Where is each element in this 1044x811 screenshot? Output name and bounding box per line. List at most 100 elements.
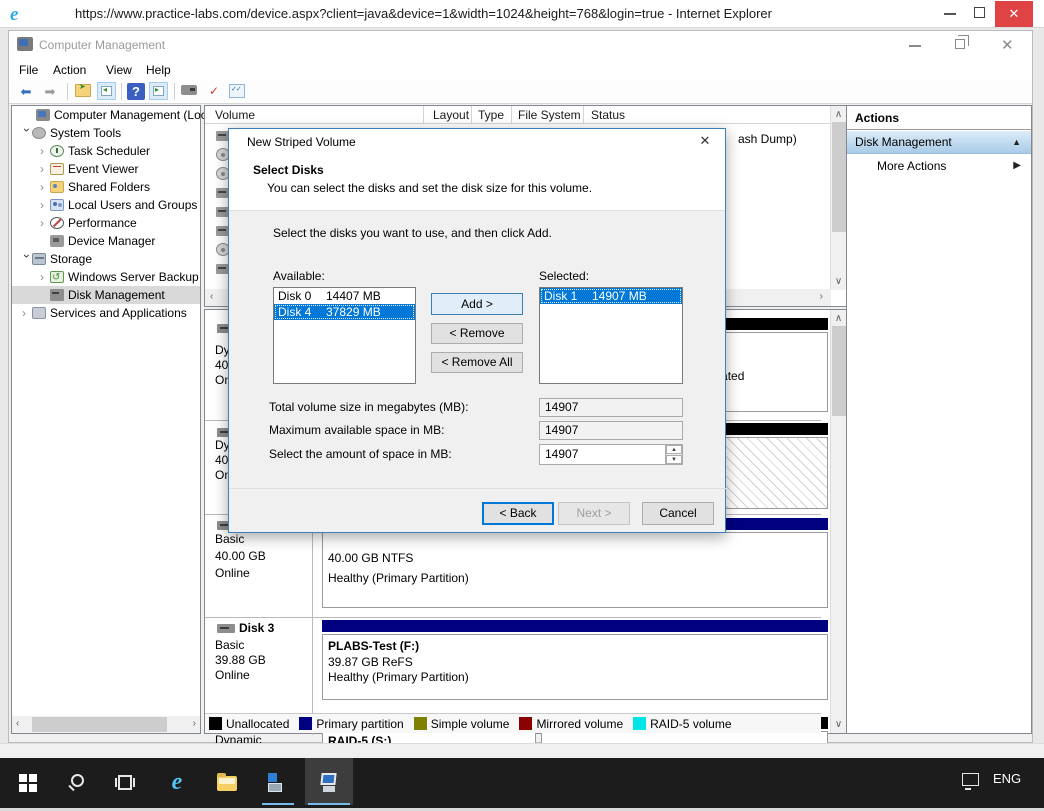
scrollbar-thumb[interactable] <box>32 717 167 732</box>
more-actions-item[interactable]: More Actions▶ <box>847 154 1031 178</box>
help-icon[interactable]: ? <box>127 83 145 100</box>
tree-item-system-tools[interactable]: ›System Tools <box>12 124 200 142</box>
tree-horizontal-scrollbar[interactable]: ‹ › <box>12 716 200 733</box>
dialog-close-icon[interactable]: ✕ <box>693 133 717 151</box>
start-button[interactable] <box>12 766 46 800</box>
check-mark-icon[interactable]: ✓ <box>205 83 223 100</box>
action-pane-toggle-icon[interactable] <box>149 82 168 100</box>
available-item-disk4[interactable]: Disk 437829 MB <box>274 304 415 320</box>
tree-item-shared-folders[interactable]: ›Shared Folders <box>12 178 200 196</box>
scrollbar-thumb[interactable] <box>832 326 846 416</box>
disk-management-app-button[interactable] <box>258 766 292 800</box>
column-file-system[interactable]: File System <box>518 108 581 122</box>
console-tree-toggle-icon[interactable] <box>97 82 116 100</box>
menu-help[interactable]: Help <box>146 63 171 77</box>
tree-item-computer-management[interactable]: Computer Management (Local <box>12 106 200 124</box>
scroll-down-icon[interactable]: ∨ <box>831 719 846 730</box>
scroll-up-icon[interactable]: ∧ <box>831 313 846 324</box>
disk-size: 40.00 GB <box>215 549 266 563</box>
volume-vertical-scrollbar[interactable]: ∧ ∨ <box>830 106 846 290</box>
disk-tool-icon[interactable] <box>181 85 197 95</box>
scroll-left-icon[interactable]: ‹ <box>210 291 213 302</box>
language-indicator[interactable]: ENG <box>993 771 1021 786</box>
browser-maximize-button[interactable] <box>974 7 985 18</box>
tree-item-performance[interactable]: ›Performance <box>12 214 200 232</box>
disk-vertical-scrollbar[interactable]: ∧ ∨ <box>830 310 846 733</box>
scroll-left-icon[interactable]: ‹ <box>16 718 19 729</box>
disk-name[interactable]: Disk 3 <box>239 621 274 635</box>
tree-item-device-manager[interactable]: Device Manager <box>12 232 200 250</box>
remove-button[interactable]: < Remove <box>431 323 523 344</box>
tree-item-task-scheduler[interactable]: ›Task Scheduler <box>12 142 200 160</box>
partition-health-label: Healthy (Primary Partition) <box>328 670 469 684</box>
collapse-icon[interactable]: ▲ <box>1012 131 1021 154</box>
scroll-right-icon[interactable]: › <box>193 718 196 729</box>
column-status[interactable]: Status <box>591 108 625 122</box>
spin-down-icon[interactable]: ▼ <box>666 455 682 464</box>
column-layout[interactable]: Layout <box>433 108 469 122</box>
tree-item-services-applications[interactable]: ›Services and Applications <box>12 304 200 322</box>
window-minimize-button[interactable] <box>909 45 921 47</box>
legend-item: Unallocated <box>209 717 289 731</box>
available-item-disk0[interactable]: Disk 014407 MB <box>274 288 415 304</box>
scroll-right-icon[interactable]: › <box>820 291 823 302</box>
back-icon[interactable]: ⬅ <box>17 83 35 100</box>
submenu-arrow-icon: ▶ <box>1013 154 1021 178</box>
chevron-collapsed-icon[interactable]: › <box>22 304 32 322</box>
internet-explorer-button[interactable]: e <box>160 766 194 800</box>
chevron-collapsed-icon[interactable]: › <box>40 196 50 214</box>
chevron-collapsed-icon[interactable]: › <box>40 268 50 286</box>
menu-action[interactable]: Action <box>53 63 86 77</box>
column-type[interactable]: Type <box>478 108 504 122</box>
window-close-button[interactable]: ✕ <box>1001 36 1014 54</box>
shared-folders-icon <box>50 181 64 193</box>
tree-item-event-viewer[interactable]: ›Event Viewer <box>12 160 200 178</box>
task-view-button[interactable] <box>110 766 144 800</box>
export-folder-icon[interactable] <box>75 84 91 97</box>
spin-up-icon[interactable]: ▲ <box>666 445 682 454</box>
menu-file[interactable]: File <box>19 63 38 77</box>
available-listbox[interactable]: Disk 014407 MB Disk 437829 MB <box>273 287 416 384</box>
selected-listbox[interactable]: Disk 114907 MB <box>539 287 683 384</box>
primary-partition-bar[interactable] <box>322 620 828 632</box>
selected-item-disk1[interactable]: Disk 114907 MB <box>540 288 682 304</box>
back-button[interactable]: < Back <box>482 502 554 525</box>
chevron-collapsed-icon[interactable]: › <box>40 214 50 232</box>
file-explorer-button[interactable] <box>210 766 244 800</box>
tree-item-disk-management[interactable]: Disk Management <box>12 286 200 304</box>
keyboard-layout-icon[interactable] <box>962 773 979 786</box>
chevron-collapsed-icon[interactable]: › <box>40 160 50 178</box>
running-indicator <box>308 803 350 805</box>
raid5-volume-swatch <box>633 717 646 730</box>
scroll-down-icon[interactable]: ∨ <box>831 276 846 287</box>
column-volume[interactable]: Volume <box>215 108 255 122</box>
forward-icon[interactable]: ➡ <box>41 83 59 100</box>
computer-management-app-button[interactable] <box>305 766 339 800</box>
scroll-up-icon[interactable]: ∧ <box>831 109 846 120</box>
cancel-button[interactable]: Cancel <box>642 502 714 525</box>
browser-close-button[interactable]: ✕ <box>995 1 1033 27</box>
mirrored-volume-swatch <box>519 717 532 730</box>
tree-item-local-users-groups[interactable]: ›Local Users and Groups <box>12 196 200 214</box>
add-button[interactable]: Add > <box>431 293 523 315</box>
browser-minimize-button[interactable] <box>944 13 956 15</box>
max-space-field: 14907 <box>539 421 683 440</box>
actions-group-disk-management[interactable]: Disk Management▲ <box>847 131 1031 154</box>
tree-item-storage[interactable]: ›Storage <box>12 250 200 268</box>
menu-view[interactable]: View <box>106 63 132 77</box>
task-list-icon[interactable] <box>229 84 245 98</box>
volume-list-header: Volume Layout Type File System Status <box>205 106 846 124</box>
next-button[interactable]: Next > <box>558 502 630 525</box>
dialog-instruction: Select the disks you want to use, and th… <box>273 226 552 240</box>
region-body[interactable]: 40.00 GB NTFS Healthy (Primary Partition… <box>322 532 828 608</box>
amount-input[interactable]: 14907 ▲ ▼ <box>539 444 683 465</box>
region-body[interactable]: PLABS-Test (F:) 39.87 GB ReFS Healthy (P… <box>322 634 828 700</box>
scrollbar-thumb[interactable] <box>832 122 846 232</box>
amount-spinner[interactable]: ▲ ▼ <box>665 445 682 464</box>
tree-item-windows-server-backup[interactable]: ›Windows Server Backup <box>12 268 200 286</box>
chevron-collapsed-icon[interactable]: › <box>40 178 50 196</box>
chevron-collapsed-icon[interactable]: › <box>40 142 50 160</box>
window-restore-button[interactable] <box>955 39 965 49</box>
search-button[interactable] <box>62 766 96 800</box>
remove-all-button[interactable]: < Remove All <box>431 352 523 373</box>
